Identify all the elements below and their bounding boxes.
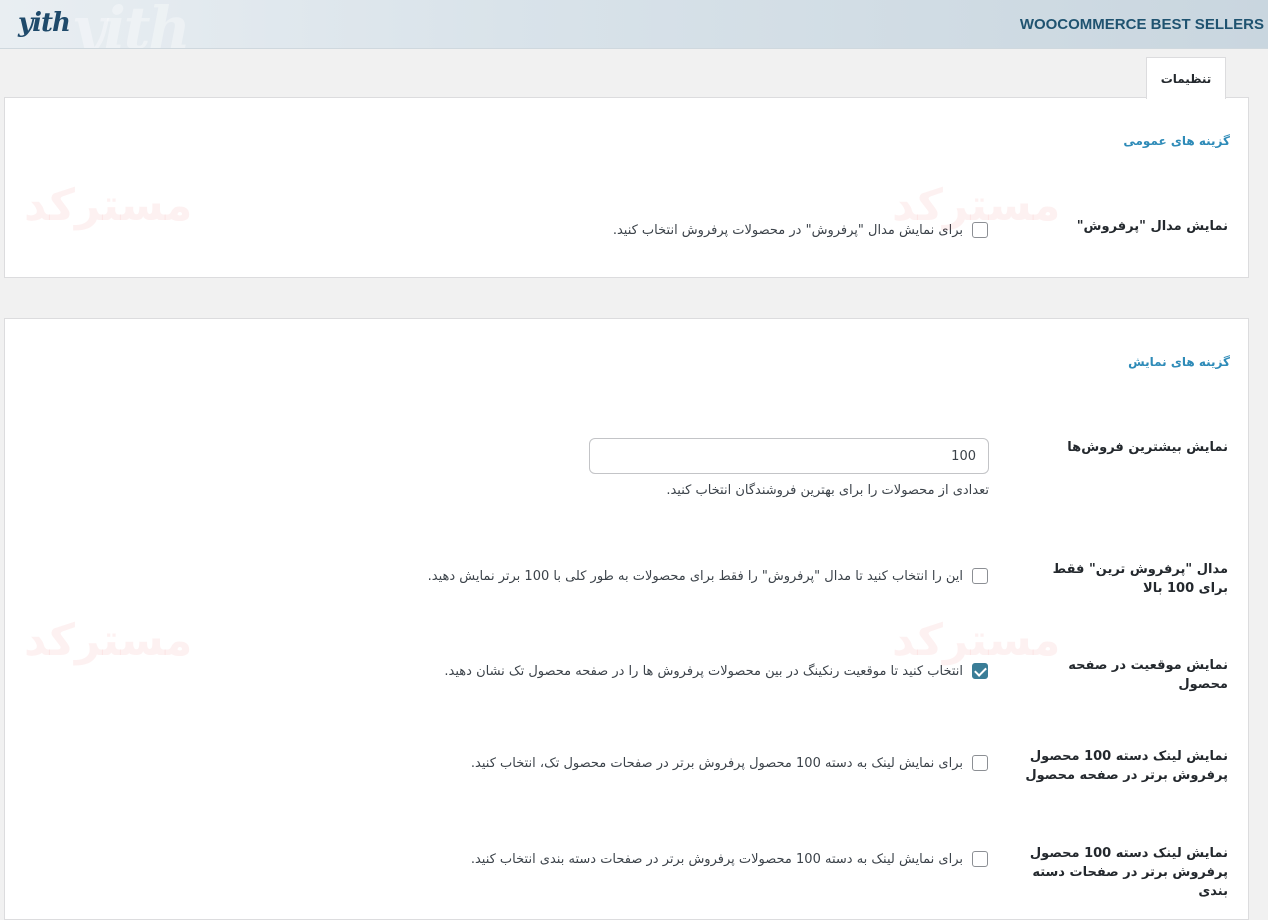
position-on-product-label: نمایش موقعیت در صفحه محصول — [1068, 658, 1228, 692]
tab-settings[interactable]: تنظیمات — [1146, 57, 1226, 99]
badge-setting-label: نمایش مدال "پرفروش" — [1076, 219, 1228, 234]
top100-badge-description: این را انتخاب کنید تا مدال "پرفروش" را ف… — [427, 569, 963, 584]
link-on-product-label: نمایش لینک دسته 100 محصول پرفروش برتر در… — [1025, 749, 1228, 783]
top100-badge-checkbox[interactable] — [972, 568, 988, 584]
section-title-general: گزینه های عمومی — [1123, 134, 1230, 148]
position-on-product-description: انتخاب کنید تا موقعیت رنکینگ در بین محصو… — [444, 664, 963, 679]
link-on-category-checkbox[interactable] — [972, 851, 988, 867]
link-on-product-checkbox[interactable] — [972, 755, 988, 771]
top100-badge-label: مدال "پرفروش ترین" فقط برای 100 بالا — [1052, 562, 1228, 596]
yith-logo[interactable]: yith — [18, 8, 71, 38]
bestsellers-count-input[interactable] — [589, 438, 989, 474]
bestsellers-count-label: نمایش بیشترین فروش‌ها — [1067, 440, 1228, 455]
plugin-title: WOOCOMMERCE BEST SELLERS — [1019, 16, 1264, 33]
section-title-display: گزینه های نمایش — [1128, 355, 1230, 369]
link-on-category-label: نمایش لینک دسته 100 محصول پرفروش برتر در… — [1029, 846, 1228, 899]
display-options-panel: گزینه های نمایش نمایش بیشترین فروش‌ها تع… — [4, 318, 1249, 920]
badge-checkbox[interactable] — [972, 222, 988, 238]
general-options-panel: گزینه های عمومی نمایش مدال "پرفروش" برای… — [4, 97, 1249, 278]
bestsellers-count-description: تعدادی از محصولات را برای بهترین فروشندگ… — [666, 483, 989, 498]
logo-ghost-decoration: yith — [72, 0, 191, 49]
link-on-category-description: برای نمایش لینک به دسته 100 محصولات پرفر… — [470, 852, 963, 867]
position-on-product-checkbox[interactable] — [972, 663, 988, 679]
badge-description: برای نمایش مدال "پرفروش" در محصولات پرفر… — [612, 223, 963, 238]
plugin-header: yith yith WOOCOMMERCE BEST SELLERS — [0, 0, 1268, 49]
link-on-product-description: برای نمایش لینک به دسته 100 محصول پرفروش… — [470, 756, 963, 771]
